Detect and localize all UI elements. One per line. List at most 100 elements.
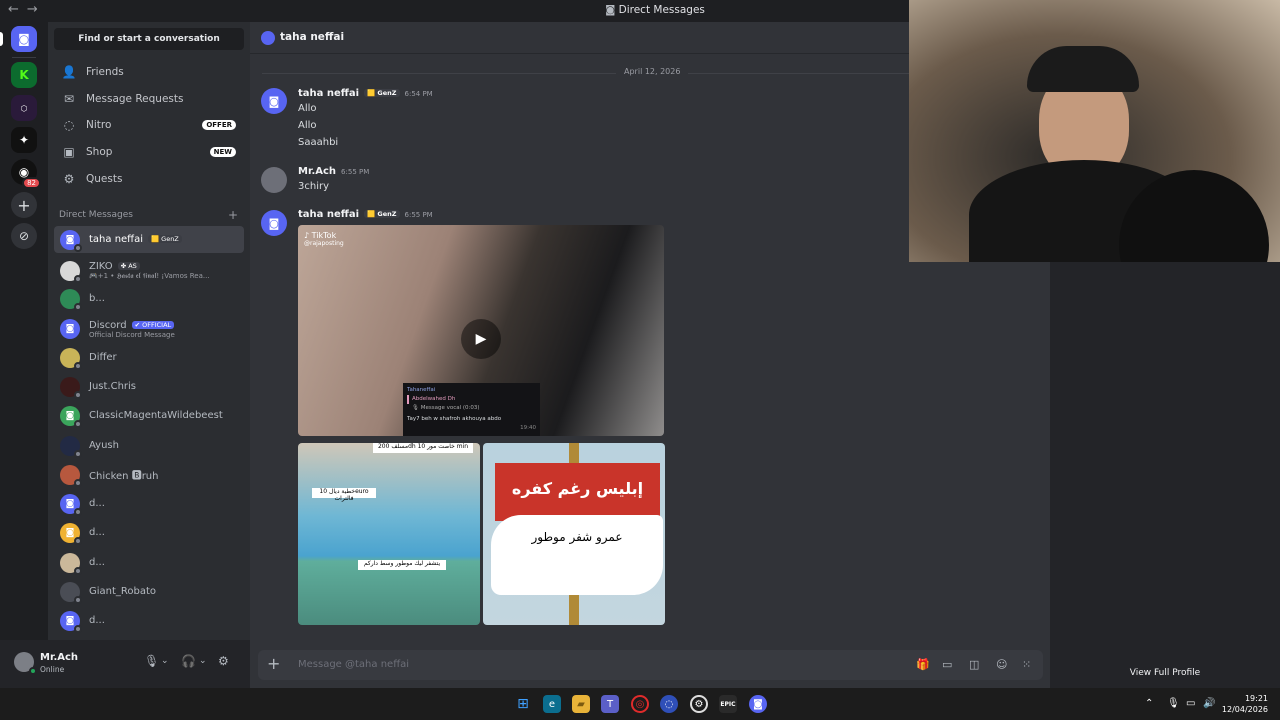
dm-item-just-chris[interactable]: Just.Chris [54, 373, 244, 400]
dm-item-d-2[interactable]: ◙ d... [54, 519, 244, 546]
server-kick[interactable]: K [11, 62, 37, 88]
microphone-icon[interactable]: 🎙 [1167, 698, 1180, 709]
message-time: 6:55 PM [341, 168, 370, 176]
apps-icon[interactable]: ⁙ [1022, 658, 1031, 671]
dm-item-d-4[interactable]: ◙ d... [54, 607, 244, 634]
message-composer: + Message @taha neffai 🎁 ▭ ◫ ☺ ⁙ [258, 650, 1043, 680]
dm-item-d-3[interactable]: d... [54, 549, 244, 576]
add-server-button[interactable]: + [11, 192, 37, 218]
discord-taskbar-icon[interactable]: ◙ [749, 695, 767, 713]
video-attachment[interactable]: ♪ TikTok @rajaposting ▶ Tahaneffai Abdelw… [298, 225, 664, 436]
guild-tag: ✤ AS [117, 262, 140, 270]
new-badge: NEW [209, 147, 236, 157]
server-2[interactable]: ⬡ [11, 95, 37, 121]
nav-nitro[interactable]: ◌ Nitro OFFER [54, 113, 244, 137]
offer-badge: OFFER [202, 120, 236, 130]
nav-quests[interactable]: ⚙ Quests [54, 167, 244, 191]
image-attachment[interactable]: إبليس رغم كفره عمرو شفر موطور [483, 443, 665, 625]
add-attachment-button[interactable]: + [267, 654, 280, 673]
home-button[interactable]: ◙ [11, 26, 37, 52]
online-status-dot [29, 667, 37, 675]
create-dm-button[interactable]: + [228, 208, 238, 222]
dm-section-header: Direct Messages [59, 210, 133, 220]
find-conversation-button[interactable]: Find or start a conversation [54, 28, 244, 50]
dm-activity: Official Discord Message [89, 330, 175, 339]
sticker-icon[interactable]: ◫ [969, 658, 979, 671]
play-button[interactable]: ▶ [461, 319, 501, 359]
quests-icon: ⚙ [63, 172, 75, 186]
discord-logo-icon: ◙ [605, 4, 616, 16]
user-panel: Mr.Ach Online 🎙 ⌄ 🎧 ⌄ ⚙ [0, 640, 250, 688]
avatar: ◙ [60, 610, 82, 633]
dm-item-taha-neffai[interactable]: ◙ taha neffai 🟨 GenZ [54, 226, 244, 253]
avatar: ◙ [60, 319, 80, 339]
message-time: 6:54 PM [404, 90, 433, 98]
chat-recipient-name[interactable]: taha neffai [280, 31, 344, 43]
settings-gear-icon[interactable]: ⚙ [218, 654, 229, 668]
avatar [261, 31, 275, 45]
meme-caption: خطية ديال 10euro فالترات [312, 488, 376, 502]
dm-item-giant-robato[interactable]: Giant_Robato [54, 578, 244, 605]
volume-icon[interactable]: 🔊 [1203, 698, 1215, 709]
edge-browser-icon[interactable]: e [543, 695, 561, 713]
view-full-profile-link[interactable]: View Full Profile [1050, 668, 1280, 678]
gif-icon[interactable]: ▭ [942, 658, 952, 671]
server-3[interactable]: ✦ [11, 127, 37, 153]
message-avatar[interactable]: ◙ [261, 210, 287, 236]
selected-indicator [0, 32, 3, 46]
dm-item-d-1[interactable]: ◙ d... [54, 490, 244, 517]
teams-icon[interactable]: T [601, 695, 619, 713]
username[interactable]: Mr.Ach [40, 652, 78, 663]
nav-friends[interactable]: 👤 Friends [54, 60, 244, 84]
image-attachment[interactable]: مسلف 200dh خاصت مور 10 min خطية ديال 10e… [298, 443, 480, 625]
shop-icon: ▣ [63, 145, 75, 159]
message-author[interactable]: Mr.Ach 6:55 PM [298, 166, 369, 177]
microphone-icon[interactable]: 🎙 [144, 654, 159, 668]
chevron-down-icon[interactable]: ⌄ [161, 656, 169, 666]
avatar [60, 435, 82, 458]
sign-text: إبليس رغم كفره [495, 463, 660, 521]
dm-item-differ[interactable]: Differ [54, 344, 244, 371]
dm-item-ayush[interactable]: Ayush [54, 432, 244, 459]
avatar: ◙ [60, 522, 82, 545]
message-input[interactable]: Message @taha neffai [298, 659, 409, 670]
windows-start-icon[interactable]: ⊞ [514, 695, 532, 713]
avatar: ◙ [60, 229, 82, 252]
headphones-icon[interactable]: 🎧 [181, 654, 196, 668]
app-red-icon[interactable]: ◎ [631, 695, 649, 713]
message-avatar[interactable]: ◙ [261, 88, 287, 114]
nav-message-requests[interactable]: ✉ Message Requests [54, 87, 244, 111]
nav-shop[interactable]: ▣ Shop NEW [54, 140, 244, 164]
message-author[interactable]: taha neffai 🟨 GenZ 6:54 PM [298, 88, 433, 99]
system-clock[interactable]: 19:21 12/04/2026 [1222, 693, 1268, 715]
dm-item-chicken-bruh[interactable]: Chicken 🅱ruh [54, 461, 244, 488]
app-blue-icon[interactable]: ◌ [660, 695, 678, 713]
emoji-icon[interactable]: ☺ [996, 658, 1007, 671]
discord-logo-icon: ◙ [18, 32, 30, 46]
chevron-up-icon[interactable]: ⌃ [1145, 698, 1153, 709]
steam-icon[interactable]: ⚙ [690, 695, 708, 713]
file-explorer-icon[interactable]: ▰ [572, 695, 590, 713]
network-icon[interactable]: ▭ [1186, 698, 1195, 709]
streamer-cap [1027, 46, 1139, 92]
message-author[interactable]: taha neffai 🟨 GenZ 6:55 PM [298, 209, 433, 220]
guild-tag: 🟨 GenZ [364, 210, 400, 218]
gift-icon[interactable]: 🎁 [916, 658, 930, 671]
guild-tag: 🟨 GenZ [364, 89, 400, 97]
message-text: 3chiry [298, 181, 330, 192]
mention-badge: 82 [22, 177, 41, 189]
discover-button[interactable]: ⊘ [11, 223, 37, 249]
message-avatar[interactable] [261, 167, 287, 193]
meme-caption: مسلف 200dh خاصت مور 10 min [373, 443, 473, 453]
server-4[interactable]: ◉ 82 [11, 159, 41, 189]
dm-item-discord[interactable]: ◙ Discord ✔ OFFICIAL Official Discord Mess… [54, 314, 244, 344]
chat-screenshot-overlay: Tahaneffai Abdelwahed Dh 🎙 Message vocal… [403, 383, 540, 436]
chevron-down-icon[interactable]: ⌄ [199, 656, 207, 666]
tiktok-logo-icon: ♪ [304, 231, 310, 240]
dm-item-b[interactable]: b... [54, 285, 244, 312]
dm-item-classicmagentawildebeest[interactable]: ◙ ClassicMagentaWildebeest [54, 402, 244, 429]
dm-item-ziko[interactable]: ZIKO ✤ AS 🎮+1 • 𝕳𝖆𝖘𝖙𝖆 𝖊𝖑 𝖋𝖎𝖓𝖆𝖑! ¡Vamos Rea… [54, 256, 244, 286]
epic-games-icon[interactable]: EPIC [719, 695, 737, 713]
nitro-icon: ◌ [63, 118, 75, 132]
date-label: April 12, 2026 [616, 67, 689, 76]
